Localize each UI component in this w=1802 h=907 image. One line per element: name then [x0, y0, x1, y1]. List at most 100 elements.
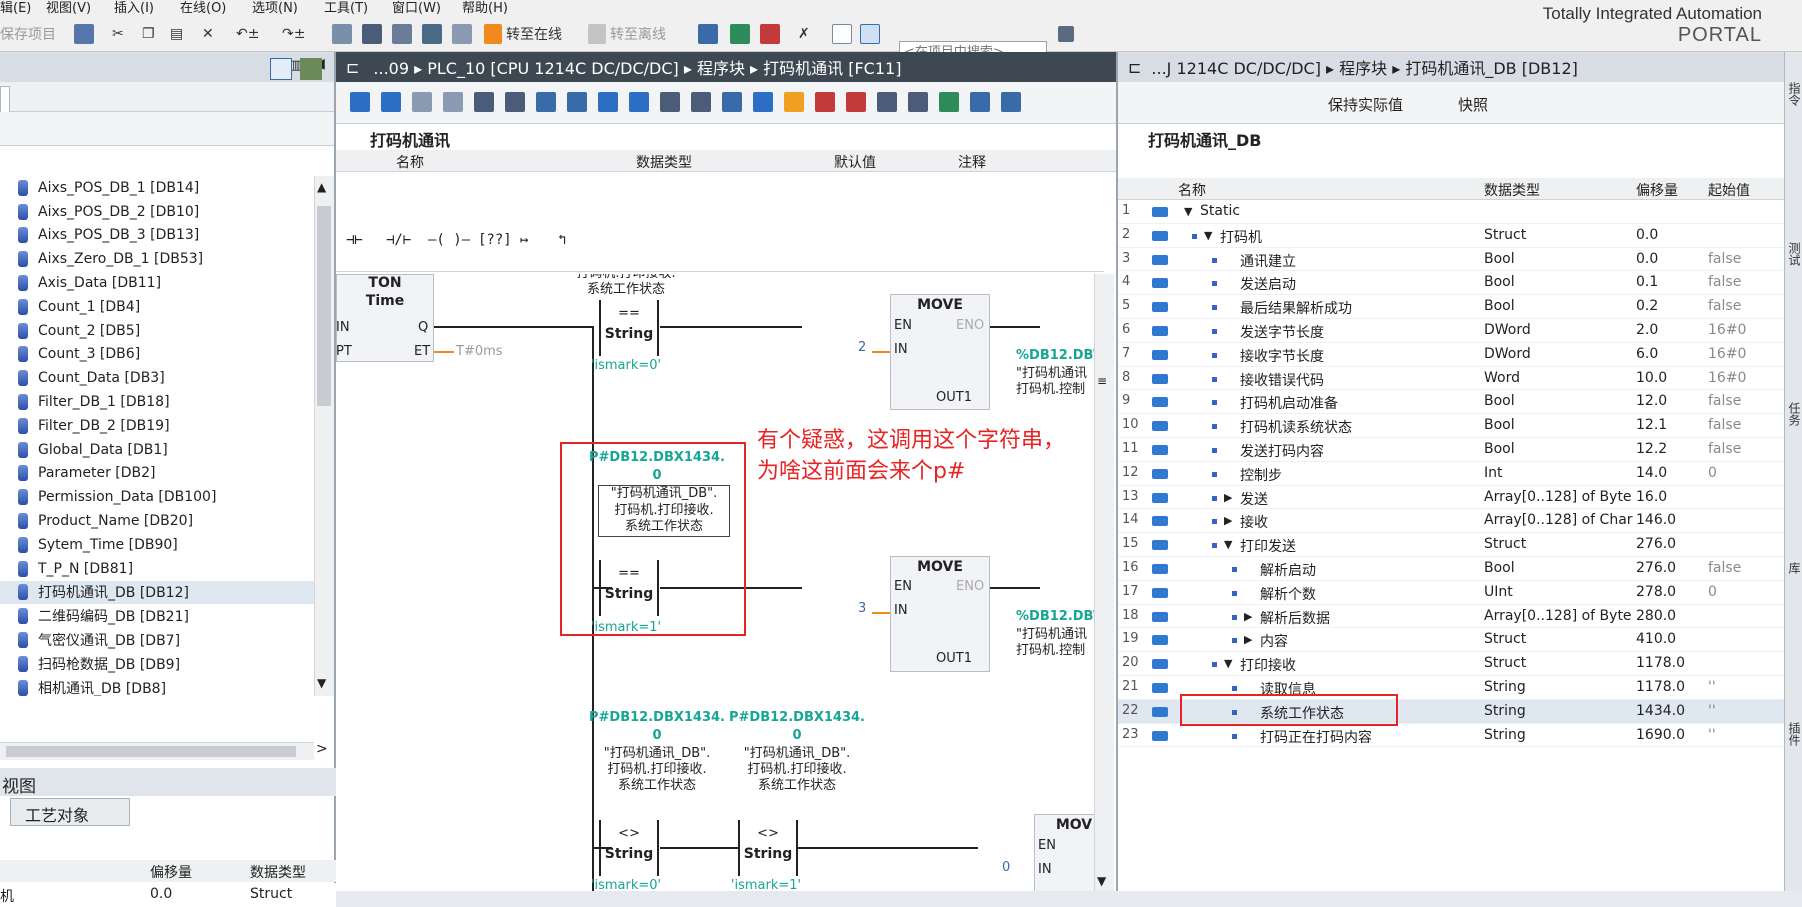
- editor-tool-icon[interactable]: [660, 92, 680, 112]
- split-horizontal-icon[interactable]: [832, 22, 856, 46]
- paste-icon[interactable]: ▤: [170, 22, 183, 46]
- tree-item[interactable]: T_P_N [DB81]: [0, 557, 314, 581]
- menu-online[interactable]: 在线(O): [180, 0, 226, 16]
- db-table-row[interactable]: 9 打码机启动准备 Bool 12.0 false: [1118, 390, 1784, 415]
- cut-icon[interactable]: ✂: [112, 22, 124, 46]
- editor-tool-icon[interactable]: [505, 92, 525, 112]
- tree-item[interactable]: Global_Data [DB1]: [0, 438, 314, 462]
- db-table-row[interactable]: 13 ▶ 发送 Array[0..128] of Byte 16.0: [1118, 486, 1784, 510]
- tree-item[interactable]: 气密仪通讯_DB [DB7]: [0, 628, 314, 652]
- no-contact-icon[interactable]: ⊣⊢: [346, 232, 363, 248]
- go-online-button[interactable]: 转至在线: [484, 22, 562, 46]
- db-table-row[interactable]: 12 控制步 Int 14.0 0: [1118, 462, 1784, 486]
- force-icon[interactable]: [760, 22, 784, 46]
- editor-tool-icon[interactable]: [784, 92, 804, 112]
- menu-view[interactable]: 视图(V): [46, 0, 91, 16]
- snapshot-button[interactable]: 快照: [1458, 94, 1488, 115]
- task-card-tab[interactable]: 插件: [1785, 722, 1802, 746]
- task-card-tab[interactable]: 指令: [1785, 82, 1802, 106]
- tree-hscrollbar[interactable]: >: [0, 741, 328, 760]
- editor-tool-icon[interactable]: [939, 92, 959, 112]
- compile-icon[interactable]: [332, 22, 356, 46]
- tree-item[interactable]: Aixs_Zero_DB_1 [DB53]: [0, 247, 314, 271]
- hscroll-thumb[interactable]: [6, 746, 296, 757]
- scroll-up-icon[interactable]: ▲: [317, 180, 326, 194]
- db-table-row[interactable]: 18 ▶ 解析后数据 Array[0..128] of Byte 280.0: [1118, 605, 1784, 629]
- editor-tool-icon[interactable]: [877, 92, 897, 112]
- task-card-tab[interactable]: 测试: [1785, 242, 1802, 266]
- tree-item[interactable]: Count_1 [DB4]: [0, 295, 314, 319]
- tree-item[interactable]: Product_Name [DB20]: [0, 509, 314, 533]
- delete-icon[interactable]: ✕: [202, 22, 214, 46]
- db-pin-icon[interactable]: ⊏: [1128, 58, 1141, 77]
- editor-tool-icon[interactable]: [598, 92, 618, 112]
- tree-item[interactable]: Parameter [DB2]: [0, 462, 314, 486]
- accessible-icon[interactable]: [698, 22, 722, 46]
- close-branch-icon[interactable]: ↰: [558, 232, 566, 248]
- db-table-row[interactable]: 11 发送打码内容 Bool 12.2 false: [1118, 438, 1784, 462]
- editor-tool-icon[interactable]: [1001, 92, 1021, 112]
- tree-item[interactable]: Permission_Data [DB100]: [0, 485, 314, 509]
- db-table-row[interactable]: 3 通讯建立 Bool 0.0 false: [1118, 248, 1784, 272]
- search-icon[interactable]: [1058, 22, 1078, 46]
- coil-icon[interactable]: –( )–: [428, 232, 470, 248]
- undo-icon[interactable]: ↶±: [236, 22, 259, 46]
- db-table-row[interactable]: 19 ▶ 内容 Struct 410.0: [1118, 628, 1784, 653]
- db-table-row[interactable]: 20 ▼ 打印接收 Struct 1178.0: [1118, 652, 1784, 676]
- copy-icon[interactable]: ❐: [142, 22, 155, 46]
- print-icon[interactable]: [74, 22, 98, 46]
- editor-tool-icon[interactable]: [412, 92, 432, 112]
- upload-icon[interactable]: [392, 22, 416, 46]
- editor-tool-icon[interactable]: [474, 92, 494, 112]
- editor-pin-icon[interactable]: ⊏: [346, 58, 359, 77]
- simulate-icon[interactable]: [422, 22, 446, 46]
- tree-item[interactable]: 打码机通讯_DB [DB12]: [0, 580, 314, 605]
- details-row[interactable]: 机 0.0 Struct: [0, 883, 336, 907]
- editor-tool-icon[interactable]: [970, 92, 990, 112]
- contact4[interactable]: <> String: [738, 820, 798, 876]
- save-project-button[interactable]: 保存项目: [0, 22, 56, 46]
- device-icon[interactable]: [452, 22, 476, 46]
- db-table-row[interactable]: 8 接收错误代码 Word 10.0 16#0: [1118, 367, 1784, 391]
- redo-icon[interactable]: ↷±: [282, 22, 305, 46]
- db-table-row[interactable]: 1 ▼ Static: [1118, 200, 1784, 224]
- add-icon[interactable]: [300, 58, 322, 80]
- tree-item[interactable]: Count_2 [DB5]: [0, 319, 314, 343]
- scroll-down-icon[interactable]: ▼: [317, 676, 326, 690]
- editor-tool-icon[interactable]: [753, 92, 773, 112]
- keep-actual-values-button[interactable]: 保持实际值: [1328, 94, 1403, 115]
- db-table-row[interactable]: 2 ▼ 打码机 Struct 0.0: [1118, 224, 1784, 248]
- db-table-row[interactable]: 16 解析启动 Bool 276.0 false: [1118, 557, 1784, 581]
- db-table-row[interactable]: 4 发送启动 Bool 0.1 false: [1118, 271, 1784, 296]
- db-table-row[interactable]: 14 ▶ 接收 Array[0..128] of Char 146.0: [1118, 509, 1784, 534]
- tree-tab[interactable]: [0, 86, 10, 112]
- tree-scroll-thumb[interactable]: [317, 206, 331, 406]
- db-table-row[interactable]: 15 ▼ 打印发送 Struct 276.0: [1118, 533, 1784, 557]
- tree-item[interactable]: Sytem_Time [DB90]: [0, 533, 314, 557]
- editor-tool-icon[interactable]: [691, 92, 711, 112]
- menu-help[interactable]: 帮助(H): [462, 0, 508, 16]
- editor-tool-icon[interactable]: [908, 92, 928, 112]
- editor-scroll-down-icon[interactable]: ▼: [1097, 874, 1106, 888]
- download-icon[interactable]: [362, 22, 386, 46]
- tree-item[interactable]: Count_3 [DB6]: [0, 343, 314, 367]
- tree-item[interactable]: 二维码编码_DB [DB21]: [0, 604, 314, 628]
- tree-item[interactable]: 相机通讯_DB [DB8]: [0, 676, 314, 696]
- go-offline-button[interactable]: 转至离线: [588, 22, 666, 46]
- db-table-row[interactable]: 23 打码正在打码内容 String 1690.0 '': [1118, 724, 1784, 748]
- contact3[interactable]: <> String: [599, 820, 659, 876]
- tree-item[interactable]: 扫码枪数据_DB [DB9]: [0, 652, 314, 676]
- editor-tool-icon[interactable]: [722, 92, 742, 112]
- editor-tool-icon[interactable]: [846, 92, 866, 112]
- tree-item[interactable]: Aixs_POS_DB_2 [DB10]: [0, 200, 314, 224]
- menu-options[interactable]: 选项(N): [252, 0, 298, 16]
- task-card-tab[interactable]: 任务: [1785, 402, 1802, 426]
- split-vertical-icon[interactable]: [860, 22, 884, 46]
- db-table-row[interactable]: 6 发送字节长度 DWord 2.0 16#0: [1118, 319, 1784, 343]
- menu-window[interactable]: 窗口(W): [392, 0, 441, 16]
- contact1[interactable]: == String: [599, 300, 659, 356]
- menu-insert[interactable]: 插入(I): [114, 0, 154, 16]
- tree-item[interactable]: Aixs_POS_DB_1 [DB14]: [0, 176, 314, 200]
- db-table-row[interactable]: 7 接收字节长度 DWord 6.0 16#0: [1118, 343, 1784, 367]
- editor-tool-icon[interactable]: [567, 92, 587, 112]
